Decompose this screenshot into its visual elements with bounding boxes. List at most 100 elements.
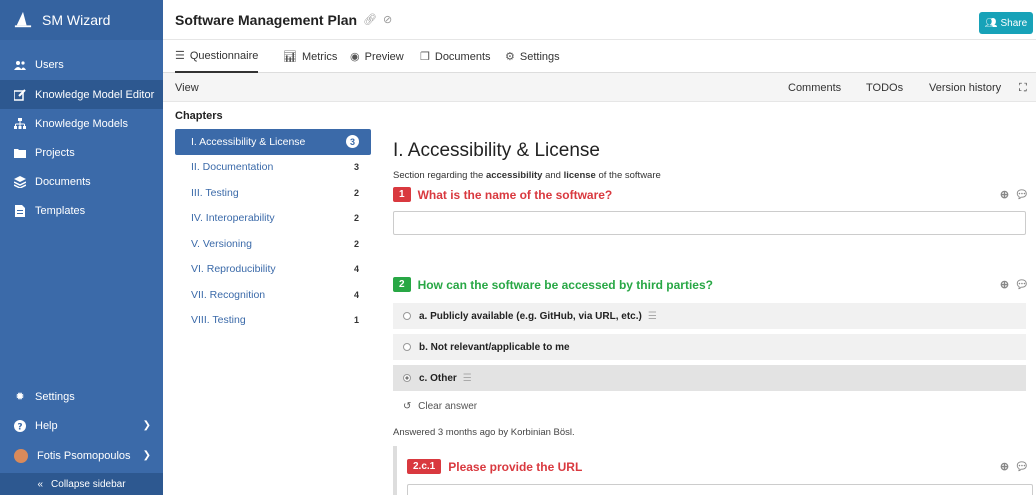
sidebar-item-label: Fotis Psomopoulos [37, 449, 131, 462]
question-actions: ⊕ 💬︎ [1000, 278, 1029, 291]
tab-bar: ☰ Questionnaire 📊︎ Metrics ◉ Preview ❐ D… [163, 40, 1036, 73]
radio-button[interactable] [403, 374, 411, 382]
tab-questionnaire[interactable]: ☰ Questionnaire [175, 40, 259, 73]
chapter-item[interactable]: III. Testing 2 [175, 180, 371, 206]
chapter-label: III. Testing [191, 186, 239, 199]
comments-icon[interactable]: 💬︎ [1015, 188, 1029, 201]
plus-circle-icon[interactable]: ⊕ [1000, 188, 1009, 201]
chapter-item[interactable]: V. Versioning 2 [175, 231, 371, 257]
brand-name: SM Wizard [42, 12, 111, 28]
sidebar-item-km-editor[interactable]: Knowledge Model Editor [0, 80, 163, 109]
option-label: a. Publicly available (e.g. GitHub, via … [419, 310, 642, 322]
sitemap-icon [14, 117, 26, 130]
chapter-label: VII. Recognition [191, 288, 266, 301]
comments-icon[interactable]: 💬︎ [1015, 460, 1029, 473]
cogs-icon: ⚙ [505, 51, 515, 63]
fullscreen-icon[interactable]: ⛶ [1019, 82, 1027, 95]
software-name-input[interactable] [393, 211, 1026, 235]
plus-circle-icon[interactable]: ⊕ [1000, 278, 1009, 291]
answer-option[interactable]: b. Not relevant/applicable to me [393, 334, 1026, 360]
clear-label: Clear answer [418, 401, 478, 412]
chapter-item[interactable]: VIII. Testing 1 [175, 308, 371, 334]
plus-circle-icon[interactable]: ⊕ [1000, 460, 1009, 473]
question-2c1: 2.c.1 Please provide the URL ⊕ 💬︎ [407, 459, 1033, 474]
sidebar-item-label: Knowledge Model Editor [35, 88, 155, 101]
sidebar-item-label: Templates [35, 204, 86, 217]
question-number: 1 [393, 187, 411, 202]
answer-option[interactable]: a. Publicly available (e.g. GitHub, via … [393, 303, 1026, 329]
option-label: b. Not relevant/applicable to me [419, 341, 570, 353]
sidebar-item-users[interactable]: Users [0, 50, 163, 79]
chapter-description: Section regarding the accessibility and … [393, 170, 661, 181]
sidebar-item-profile[interactable]: Fotis Psomopoulos ❯ [0, 441, 163, 470]
tab-preview[interactable]: ◉ Preview [350, 40, 404, 73]
link-icon[interactable]: 🔗︎ [363, 13, 377, 26]
brand[interactable]: SM Wizard [0, 0, 163, 40]
chapter-item[interactable]: I. Accessibility & License 3 [175, 129, 371, 155]
gear-icon: ✹ [15, 391, 25, 403]
question-1: 1 What is the name of the software? ⊕ 💬︎ [393, 187, 1033, 202]
avatar [14, 448, 28, 463]
tab-settings[interactable]: ⚙ Settings [505, 40, 560, 73]
tab-label: Documents [434, 50, 491, 63]
answer-option[interactable]: c. Other ☰ [393, 365, 1026, 391]
desc-text: and [542, 170, 564, 181]
url-input[interactable] [407, 484, 1033, 495]
radio-button[interactable] [403, 343, 411, 351]
chapter-item[interactable]: IV. Interoperability 2 [175, 206, 371, 232]
chevron-right-icon: ❯ [142, 420, 151, 431]
option-label: c. Other [419, 372, 457, 384]
view-menu[interactable]: View [175, 82, 199, 94]
question-actions: ⊕ 💬︎ [1000, 460, 1029, 473]
todos-button[interactable]: TODOs [866, 82, 903, 94]
chapter-count-badge: 4 [353, 289, 359, 300]
chapter-count-badge: 3 [346, 135, 359, 149]
copy-icon: ❐ [420, 51, 430, 63]
collapse-sidebar-button[interactable]: « Collapse sidebar [0, 473, 163, 495]
sidebar-item-projects[interactable]: Projects [0, 138, 163, 167]
chapter-title: I. Accessibility & License [393, 140, 600, 161]
question-2: 2 How can the software be accessed by th… [393, 277, 1033, 292]
chapter-item[interactable]: VII. Recognition 4 [175, 282, 371, 308]
sidebar-item-knowledge-models[interactable]: Knowledge Models [0, 109, 163, 138]
chapter-label: IV. Interoperability [191, 212, 275, 225]
sidebar-item-label: Documents [35, 175, 91, 188]
version-history-button[interactable]: Version history [929, 82, 1001, 94]
chapter-label: V. Versioning [191, 237, 252, 250]
header: Software Management Plan 🔗︎ ⊘ 👥︎ Share [163, 0, 1036, 40]
chart-icon: 📊︎ [283, 51, 297, 63]
sidebar-item-documents[interactable]: Documents [0, 167, 163, 196]
sidebar-item-label: Users [35, 58, 64, 71]
page-title: Software Management Plan [175, 11, 358, 28]
tab-metrics[interactable]: 📊︎ Metrics [283, 40, 337, 73]
chapter-item[interactable]: II. Documentation 3 [175, 155, 371, 181]
list-icon: ☰ [647, 310, 657, 322]
chapter-count-badge: 3 [353, 162, 359, 173]
tab-documents[interactable]: ❐ Documents [420, 40, 491, 73]
question-number: 2.c.1 [407, 459, 442, 474]
desc-bold: license [563, 170, 596, 181]
sidebar-item-templates[interactable]: Templates [0, 196, 163, 225]
desc-bold: accessibility [485, 170, 543, 181]
tab-label: Preview [364, 50, 404, 63]
sidebar-item-label: Settings [35, 390, 75, 403]
question-number: 2 [393, 277, 411, 292]
users-icon [14, 59, 26, 71]
sidebar-item-help[interactable]: ? Help ❯ [0, 411, 163, 440]
sidebar-item-settings[interactable]: ✹ Settings [0, 382, 163, 411]
clear-answer-button[interactable]: ↺ Clear answer [403, 401, 477, 412]
share-button[interactable]: 👥︎ Share [979, 12, 1033, 34]
double-chevron-left-icon: « [37, 478, 44, 490]
list-icon: ☰ [462, 372, 472, 384]
folder-icon [14, 147, 26, 159]
question-text: What is the name of the software? [417, 187, 613, 202]
comments-icon[interactable]: 💬︎ [1015, 278, 1029, 291]
chapter-count-badge: 2 [353, 187, 359, 198]
question-icon: ? [14, 419, 26, 432]
chapter-count-badge: 2 [353, 213, 359, 224]
chapter-item[interactable]: VI. Reproducibility 4 [175, 257, 371, 283]
comments-button[interactable]: Comments [788, 82, 841, 94]
radio-button[interactable] [403, 312, 411, 320]
check-circle-icon[interactable]: ⊘ [383, 13, 392, 26]
desc-text: Section regarding the [393, 170, 486, 181]
